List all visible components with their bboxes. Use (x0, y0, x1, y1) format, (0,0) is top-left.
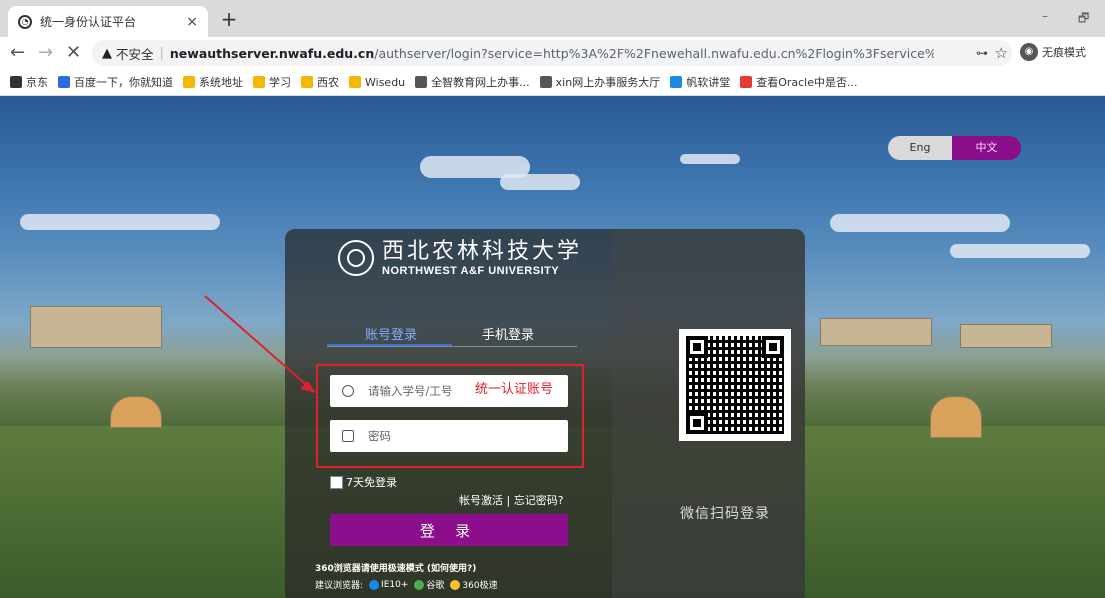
minimize-button[interactable]: – (1042, 9, 1048, 23)
bookmark-item[interactable]: 京东 (10, 74, 48, 90)
new-tab-button[interactable]: + (218, 8, 240, 30)
qr-finder (762, 336, 784, 358)
bookmark-icon (349, 76, 361, 88)
ie-icon (369, 579, 380, 590)
bookmark-icon (670, 76, 683, 88)
login-panel: 微信扫码登录 西北农林科技大学 NORTHWEST A&F UNIVERSITY… (285, 229, 805, 598)
login-button[interactable]: 登 录 (330, 514, 568, 546)
url-separator: | (159, 45, 164, 61)
restore-button[interactable]: 🗗 (1078, 9, 1089, 30)
tab-close-icon[interactable]: × (186, 14, 198, 30)
bookmarks-bar: 京东 百度一下，你就知道 系统地址 学习 西农 Wisedu 全智教育网上办事... xin网… (0, 69, 1105, 96)
tab-title: 统一身份认证平台 (40, 15, 137, 29)
university-logo: 西北农林科技大学 NORTHWEST A&F UNIVERSITY (338, 239, 582, 277)
recommend-label: 建议浏览器: (315, 581, 364, 591)
bookmark-icon (10, 76, 22, 88)
warning-icon: ▲ (102, 45, 112, 61)
url-host: newauthserver.nwafu.edu.cn (169, 45, 375, 61)
login-tabs: 账号登录 手机登录 (327, 324, 577, 347)
forward-icon[interactable]: → (38, 42, 53, 64)
back-icon[interactable]: ← (10, 42, 25, 64)
cloud (20, 214, 220, 230)
lang-english-button[interactable]: Eng (888, 136, 952, 160)
bookmark-item[interactable]: 帆软讲堂 (670, 74, 730, 90)
bookmark-label: 全智教育网上办事... (431, 76, 530, 89)
bookmark-label: 百度一下，你就知道 (74, 76, 173, 89)
remember-checkbox[interactable] (330, 475, 343, 489)
bookmark-icon (183, 76, 195, 88)
annotation-highlight-box (316, 364, 584, 468)
university-name-cn: 西北农林科技大学 (382, 239, 583, 264)
wechat-login-label[interactable]: 微信扫码登录 (680, 503, 770, 523)
campus-building (30, 306, 162, 348)
bookmark-label: Wisedu (365, 75, 406, 89)
active-tab-underline (327, 344, 452, 346)
bookmark-label: 京东 (26, 76, 48, 89)
bookmark-icon (301, 76, 313, 88)
bookmark-item[interactable]: 查看Oracle中是否... (740, 74, 858, 90)
cloud (500, 174, 580, 190)
bookmark-icon (740, 76, 753, 88)
wechat-qr-code[interactable] (679, 329, 791, 441)
tab-account-login[interactable]: 账号登录 (365, 324, 417, 343)
insecure-label[interactable]: 不安全 (116, 44, 154, 63)
bookmark-label: 系统地址 (199, 76, 243, 89)
bookmark-icon (539, 76, 552, 88)
campus-building (960, 324, 1052, 348)
qr-finder (686, 336, 708, 358)
chrome-label: 谷歌 (426, 581, 445, 591)
login-page: Eng 中文 微信扫码登录 西北农林科技大学 NORTHWEST A&F UNI… (0, 96, 1105, 598)
bookmark-item[interactable]: 百度一下，你就知道 (58, 74, 173, 90)
qr-finder (686, 412, 708, 434)
bookmark-item[interactable]: 系统地址 (183, 74, 243, 90)
url-field[interactable]: ▲ 不安全 | newauthserver.nwafu.edu.cn /auth… (92, 40, 1012, 66)
university-seal-icon (338, 240, 374, 276)
url-path: /authserver/login?service=http%3A%2F%2Fn… (374, 45, 934, 61)
lang-chinese-button[interactable]: 中文 (952, 136, 1021, 160)
bookmark-item[interactable]: 西农 (301, 74, 339, 90)
incognito-label: 无痕模式 (1042, 46, 1086, 59)
bookmark-label: xin网上办事服务大厅 (555, 76, 661, 89)
wechat-panel: 微信扫码登录 (612, 229, 805, 598)
ie-label: IE10+ (381, 579, 409, 590)
bookmark-item[interactable]: Wisedu (349, 76, 405, 89)
key-icon[interactable]: ⊶ (976, 46, 988, 60)
cloud (950, 244, 1090, 258)
bookmark-icon (253, 76, 265, 88)
cloud (680, 154, 740, 164)
tab-phone-login[interactable]: 手机登录 (482, 324, 534, 343)
campus-building (820, 318, 932, 346)
campus-arch (930, 396, 982, 438)
browser-tip[interactable]: 360浏览器请使用极速模式 (如何使用?) (315, 561, 476, 574)
cloud (830, 214, 1010, 232)
site-favicon-icon: ◔ (18, 14, 32, 29)
bookmark-icon (415, 76, 428, 88)
bookmark-label: 帆软讲堂 (686, 76, 731, 89)
speed360-label: 360极速 (462, 581, 498, 591)
bookmark-icon (58, 76, 70, 88)
incognito-indicator[interactable]: ◉ 无痕模式 (1020, 43, 1086, 61)
bookmark-item[interactable]: 学习 (253, 74, 291, 90)
incognito-icon: ◉ (1020, 43, 1038, 61)
chrome-icon (414, 579, 425, 590)
recommended-browsers: 建议浏览器: IE10+ 谷歌 360极速 (315, 578, 498, 591)
bookmark-item[interactable]: 全智教育网上办事... (415, 74, 530, 90)
remember-label: 7天免登录 (346, 476, 397, 489)
campus-arch (110, 396, 162, 428)
bookmark-item[interactable]: xin网上办事服务大厅 (539, 74, 661, 90)
university-name-en: NORTHWEST A&F UNIVERSITY (382, 265, 560, 277)
bookmark-star-icon[interactable]: ☆ (995, 44, 1008, 62)
address-bar: ← → ✕ ▲ 不安全 | newauthserver.nwafu.edu.cn… (0, 37, 1105, 69)
speed360-icon (450, 579, 461, 590)
bookmark-label: 查看Oracle中是否... (756, 76, 858, 89)
language-switch: Eng 中文 (888, 136, 1021, 160)
account-links[interactable]: 帐号激活 | 忘记密码? (459, 492, 564, 508)
bookmark-label: 西农 (317, 76, 339, 89)
bookmark-label: 学习 (269, 76, 291, 89)
stop-icon[interactable]: ✕ (66, 42, 81, 64)
tab-strip: ◔ 统一身份认证平台 × + – 🗗 (0, 0, 1105, 37)
active-tab[interactable]: ◔ 统一身份认证平台 × (8, 6, 208, 37)
remember-login[interactable]: 7天免登录 (330, 474, 397, 490)
